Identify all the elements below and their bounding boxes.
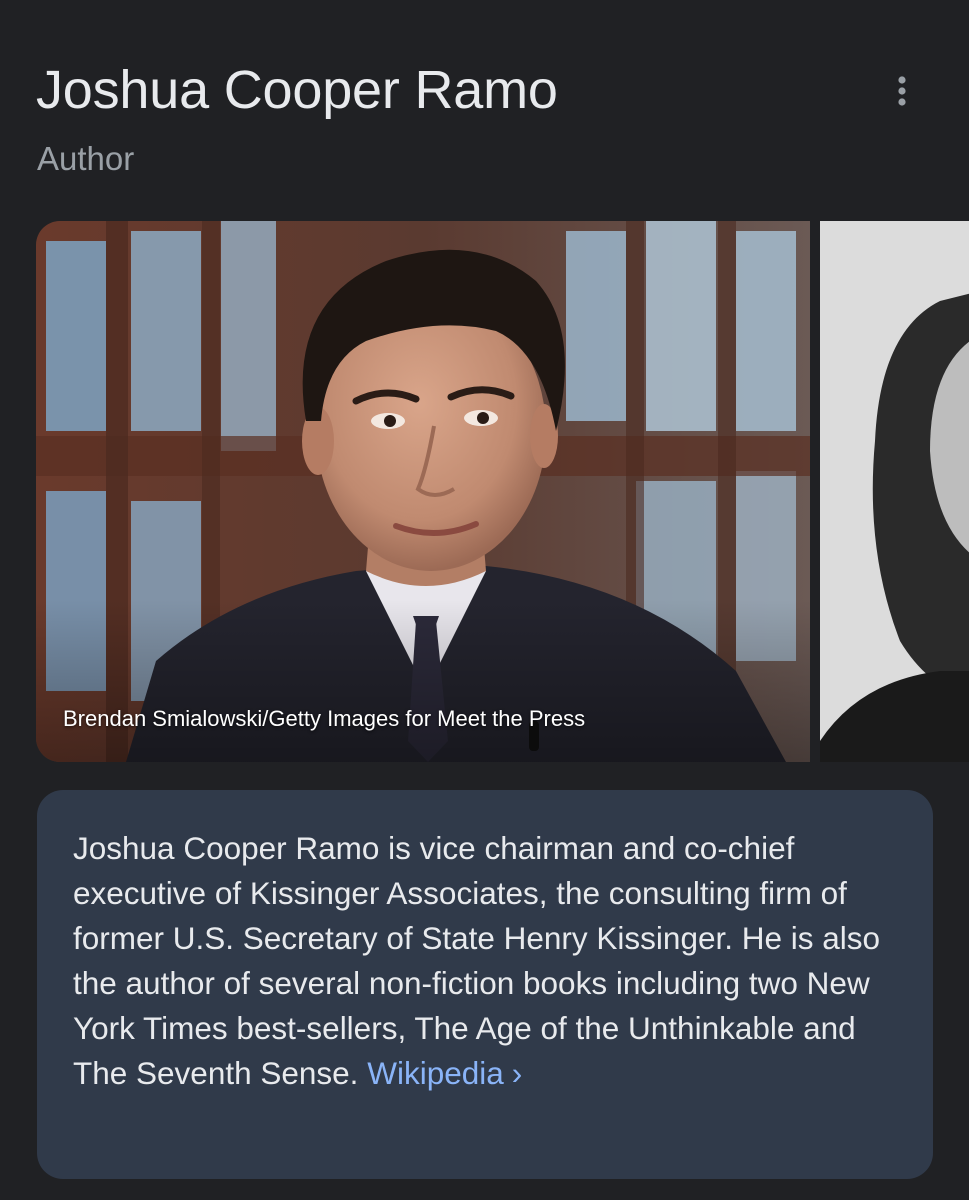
photo-credit-caption: Brendan Smialowski/Getty Images for Meet… <box>63 706 586 731</box>
description-text: Joshua Cooper Ramo is vice chairman and … <box>73 826 903 1096</box>
knowledge-panel: Joshua Cooper Ramo Author Brendan Smialo… <box>0 0 969 1200</box>
chevron-right-icon: › <box>511 1055 523 1091</box>
more-options-button[interactable] <box>880 66 924 116</box>
portrait-image <box>36 221 810 762</box>
description-card: Joshua Cooper Ramo is vice chairman and … <box>37 790 933 1179</box>
portrait-photo[interactable]: Brendan Smialowski/Getty Images for Meet… <box>36 221 810 762</box>
more-vert-icon <box>898 76 906 106</box>
wikipedia-link[interactable]: Wikipedia › <box>367 1055 522 1091</box>
portrait-photo-secondary[interactable] <box>820 221 969 762</box>
image-carousel[interactable]: Brendan Smialowski/Getty Images for Meet… <box>36 221 969 762</box>
entity-title: Joshua Cooper Ramo <box>36 60 558 120</box>
description-body: Joshua Cooper Ramo is vice chairman and … <box>73 830 881 1091</box>
wikipedia-link-label: Wikipedia <box>367 1055 504 1091</box>
entity-subtitle: Author <box>37 140 135 177</box>
portrait-image-secondary <box>820 221 969 762</box>
